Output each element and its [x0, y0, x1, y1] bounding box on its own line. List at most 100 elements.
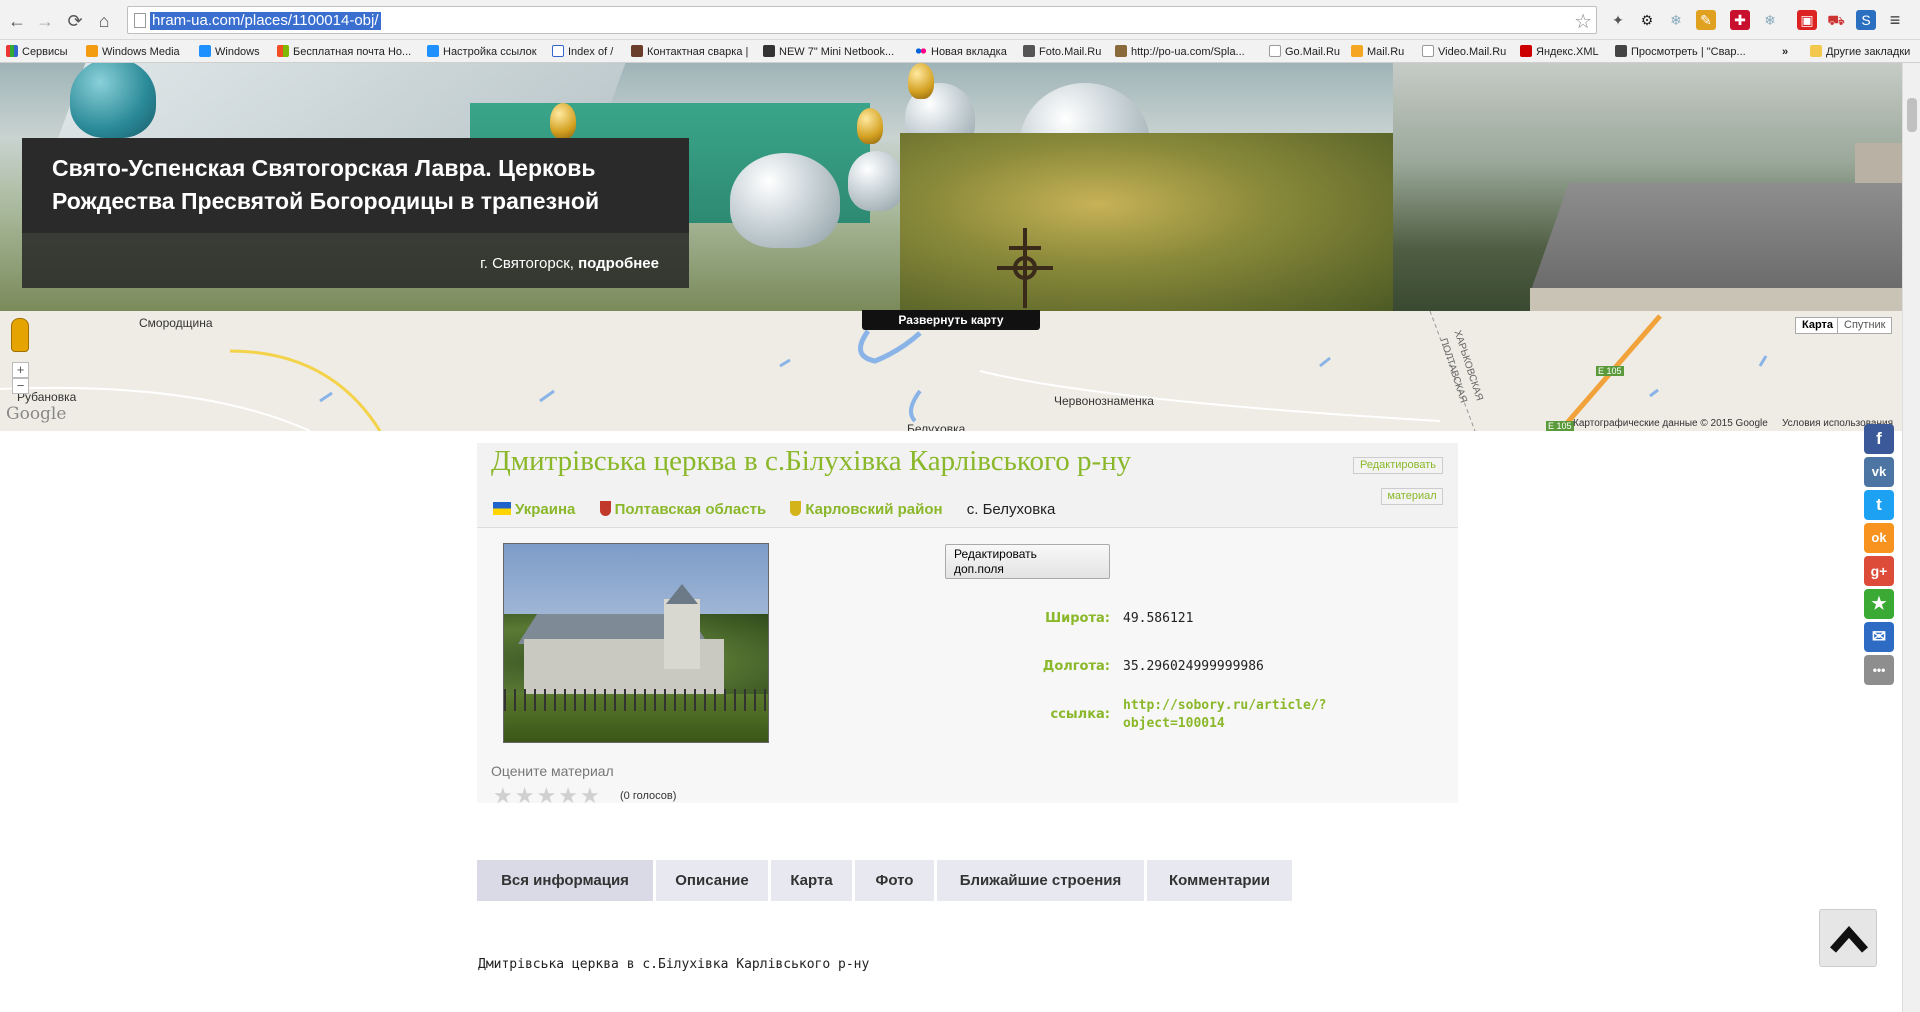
dome-shape: [730, 153, 840, 248]
other-bookmarks[interactable]: Другие закладки: [1810, 44, 1910, 60]
tab-comments[interactable]: Комментарии: [1147, 860, 1292, 901]
object-photo[interactable]: [503, 543, 769, 743]
bookmark-item[interactable]: Index of /: [552, 44, 613, 60]
breadcrumb-item[interactable]: Полтавская область: [599, 501, 766, 518]
tab-all-info[interactable]: Вся информация: [477, 860, 653, 901]
tab-map[interactable]: Карта: [771, 860, 852, 901]
odnoklassniki-share-icon[interactable]: ok: [1864, 523, 1894, 553]
page-icon: [134, 13, 146, 28]
breadcrumb-item[interactable]: Карловский район: [790, 501, 943, 518]
object-card: Дмитрівська церква в с.Білухівка Карлівс…: [477, 443, 1458, 808]
bookmark-item[interactable]: Яндекс.XML: [1520, 44, 1599, 60]
edit-material-button[interactable]: Редактировать: [1353, 457, 1443, 474]
hero-caption: г. Святогорск, подробнее: [22, 233, 689, 288]
rating-stars[interactable]: ★★★★★: [493, 783, 602, 809]
hero-title[interactable]: Свято-Успенская Святогорская Лавра. Церк…: [52, 152, 672, 218]
link-label: ссылка:: [1050, 707, 1110, 722]
extension-icon[interactable]: ✦: [1608, 10, 1628, 30]
forward-icon[interactable]: →: [34, 10, 56, 32]
extension-icon[interactable]: ▣: [1797, 10, 1817, 30]
bookmark-item[interactable]: Windows: [199, 44, 260, 60]
bookmark-item[interactable]: Настройка ссылок: [427, 44, 537, 60]
edit-material-button[interactable]: материал: [1381, 488, 1443, 505]
bookmark-item[interactable]: Mail.Ru: [1351, 44, 1404, 60]
bookmark-item[interactable]: http://po-ua.com/Spla...: [1115, 44, 1245, 60]
extension-icon[interactable]: S: [1856, 10, 1876, 30]
tab-description[interactable]: Описание: [656, 860, 768, 901]
extension-icon[interactable]: ✎: [1696, 10, 1716, 30]
breadcrumb-item[interactable]: Украина: [493, 501, 575, 518]
map-type-satellite-button[interactable]: Спутник: [1837, 317, 1893, 334]
windows-icon: [199, 45, 211, 57]
twitter-share-icon[interactable]: t: [1864, 490, 1894, 520]
email-share-icon[interactable]: ✉: [1864, 622, 1894, 652]
home-icon[interactable]: ⌂: [93, 10, 115, 32]
more-share-icon[interactable]: •••: [1864, 655, 1894, 685]
bookmark-item[interactable]: Windows Media: [86, 44, 180, 60]
vk-share-icon[interactable]: vk: [1864, 457, 1894, 487]
zoom-out-button[interactable]: −: [12, 378, 29, 394]
map-place-label: Белуховка: [907, 422, 966, 431]
bookmark-item[interactable]: NEW 7" Mini Netbook...: [763, 44, 894, 60]
roof-shape: [1530, 183, 1920, 293]
tab-nearby-buildings[interactable]: Ближайшие строения: [937, 860, 1144, 901]
bookmark-item[interactable]: Video.Mail.Ru: [1422, 44, 1506, 60]
star-icon[interactable]: ★: [580, 783, 602, 808]
link-line: http://sobory.ru/article/?: [1123, 698, 1327, 713]
expand-map-button[interactable]: Развернуть карту: [862, 310, 1040, 330]
star-icon[interactable]: ★: [536, 783, 558, 808]
poltava-coat-icon: [599, 501, 611, 516]
star-icon[interactable]: ★: [493, 783, 515, 808]
extension-icon[interactable]: ✚: [1730, 10, 1750, 30]
bookmark-item[interactable]: Бесплатная почта Ho...: [277, 44, 411, 60]
bookmark-item[interactable]: Сервисы: [6, 44, 68, 60]
description-text: Дмитрівська церква в с.Білухівка Карлівс…: [478, 957, 870, 972]
star-icon[interactable]: ★: [558, 783, 580, 808]
url-text[interactable]: hram-ua.com/places/1100014-obj/: [150, 12, 381, 30]
google-plus-share-icon[interactable]: g+: [1864, 556, 1894, 586]
zoom-in-button[interactable]: +: [12, 362, 29, 378]
snowflake-extension-icon[interactable]: ❄: [1760, 10, 1780, 30]
reload-icon[interactable]: ⟳: [64, 10, 86, 32]
edit-extra-fields-button[interactable]: Редактировать доп.поля: [945, 544, 1110, 579]
bookmark-item[interactable]: Контактная сварка |: [631, 44, 748, 60]
bookmark-item[interactable]: Foto.Mail.Ru: [1023, 44, 1101, 60]
windows-icon: [427, 45, 439, 57]
bookmarks-bar: Сервисы Windows Media Windows Бесплатная…: [0, 40, 1920, 63]
votes-count: (0 голосов): [620, 790, 677, 802]
button-label: доп.поля: [954, 562, 1004, 576]
cart-extension-icon[interactable]: ⛟: [1826, 10, 1846, 30]
bookmark-star-icon[interactable]: ☆: [1574, 9, 1592, 34]
camera-icon: [1023, 45, 1035, 57]
longitude-value: 35.296024999999986: [1123, 659, 1264, 674]
google-logo: Google: [6, 404, 67, 424]
facebook-share-icon[interactable]: f: [1864, 424, 1894, 454]
snowflake-extension-icon[interactable]: ❄: [1666, 10, 1686, 30]
hero-title-box[interactable]: Свято-Успенская Святогорская Лавра. Церк…: [22, 138, 689, 233]
breadcrumb-current: с. Белуховка: [966, 501, 1056, 518]
bookmark-item[interactable]: Новая вкладка: [915, 44, 1007, 60]
favorite-share-icon[interactable]: ★: [1864, 589, 1894, 619]
gear-extension-icon[interactable]: ⚙: [1637, 10, 1657, 30]
street-view-pegman-icon[interactable]: [11, 318, 29, 352]
star-icon[interactable]: ★: [515, 783, 537, 808]
tab-photo[interactable]: Фото: [855, 860, 934, 901]
ukraine-flag-icon: [493, 502, 511, 515]
map-place-label: Червонознаменка: [1054, 394, 1154, 408]
map-type-map-button[interactable]: Карта: [1795, 317, 1841, 334]
more-link[interactable]: подробнее: [578, 255, 659, 272]
index-icon: [552, 45, 564, 57]
back-icon[interactable]: ←: [6, 10, 28, 32]
scrollbar-thumb[interactable]: [1907, 98, 1917, 132]
source-link[interactable]: http://sobory.ru/article/? object=100014: [1123, 697, 1343, 733]
scroll-to-top-button[interactable]: [1819, 909, 1877, 967]
longitude-label: Долгота:: [1042, 659, 1110, 674]
menu-icon[interactable]: ≡: [1885, 10, 1905, 30]
bookmark-item[interactable]: Go.Mail.Ru: [1269, 44, 1340, 60]
bookmark-item[interactable]: Просмотреть | "Свар...: [1615, 44, 1746, 60]
more-bookmarks-button[interactable]: »: [1782, 44, 1788, 60]
address-bar[interactable]: hram-ua.com/places/1100014-obj/ ☆: [127, 6, 1597, 34]
road-badge: E 105: [1546, 421, 1574, 431]
page-scrollbar[interactable]: [1902, 63, 1920, 1012]
map-copyright: Картографические данные © 2015 Google: [1573, 418, 1768, 429]
